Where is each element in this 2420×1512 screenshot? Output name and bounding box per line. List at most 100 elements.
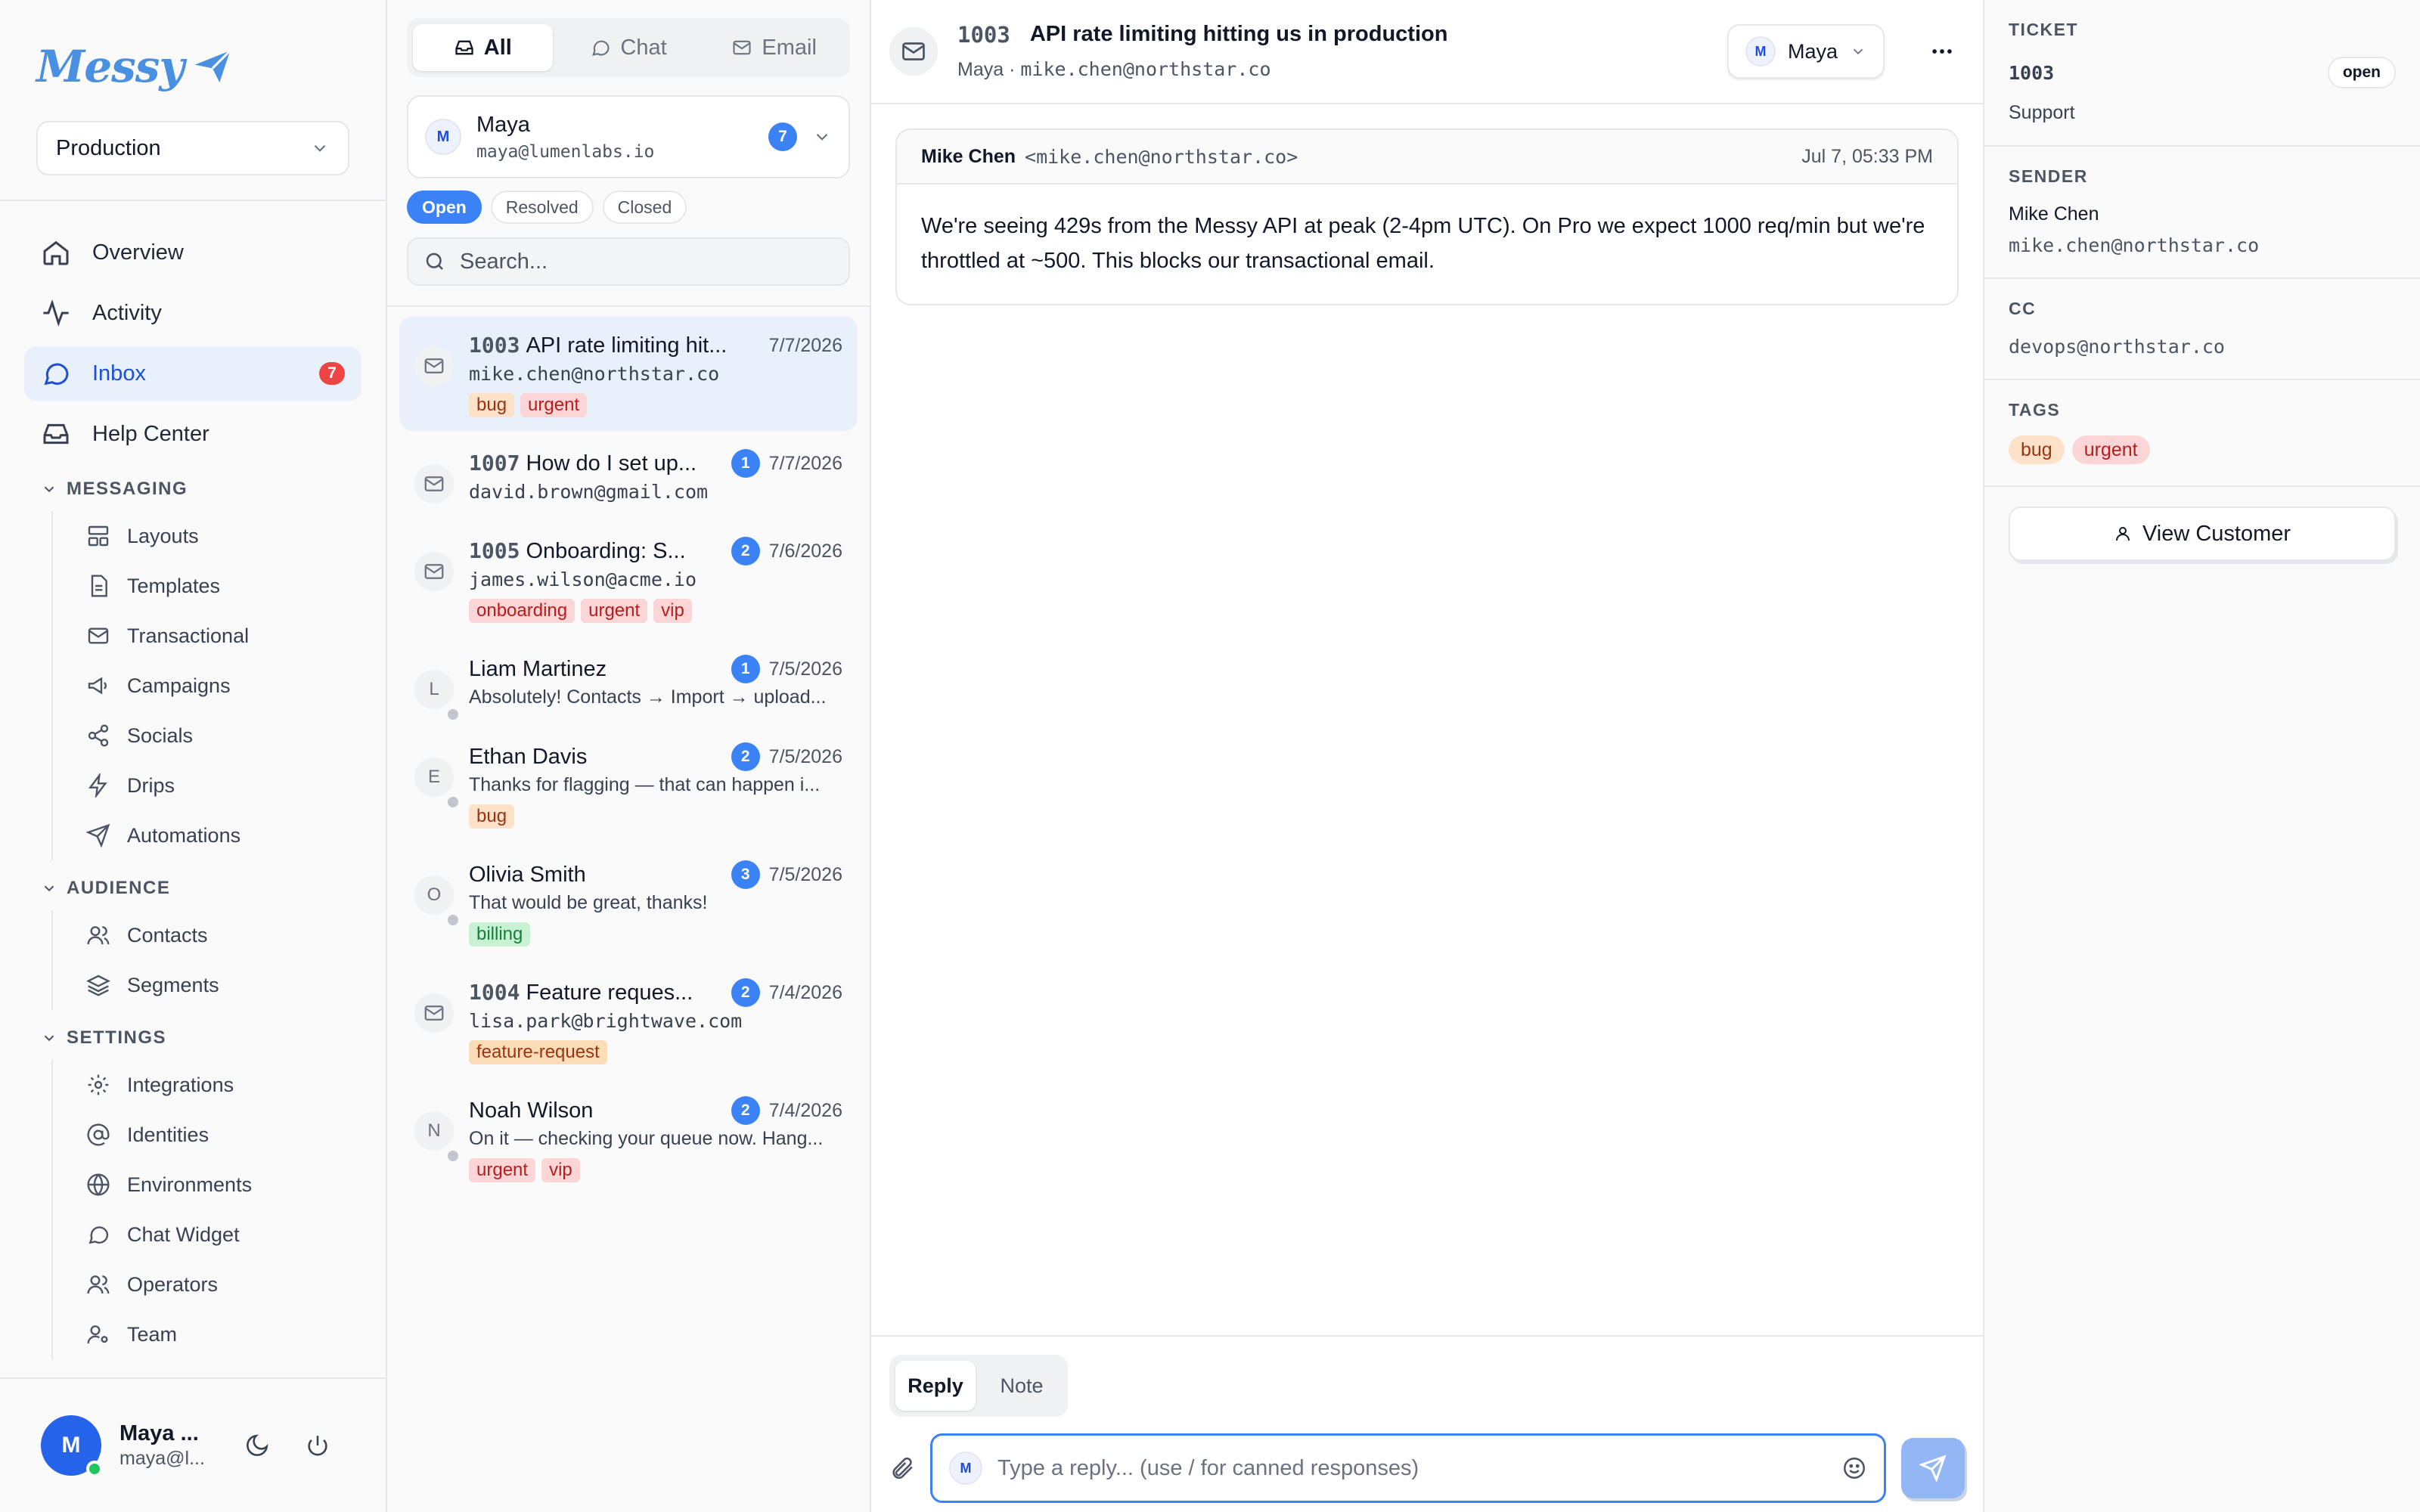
logout-button[interactable] [296,1424,339,1467]
message-date: Jul 7, 05:33 PM [1801,145,1933,167]
nav-label: Layouts [127,524,199,547]
assign-button[interactable]: M Maya [1727,24,1885,79]
nav-item-integrations[interactable]: Integrations [53,1060,361,1110]
status-open[interactable]: Open [407,191,482,224]
conversation-item[interactable]: 1005 Onboarding: S... 2 7/6/2026 james.wilso… [399,522,858,637]
status-resolved[interactable]: Resolved [490,191,594,224]
nav-item-inbox[interactable]: Inbox 7 [24,346,361,401]
nav-item-help-center[interactable]: Help Center [24,407,361,461]
nav-item-segments[interactable]: Segments [53,960,361,1010]
unread-count-badge: 1 [731,449,760,478]
section-messaging-toggle[interactable]: MESSAGING [24,467,361,511]
button-label: View Customer [2142,521,2291,546]
nav-item-drips[interactable]: Drips [53,761,361,810]
nav-item-identities[interactable]: Identities [53,1110,361,1160]
channel-tabs: All Chat Email [407,18,850,77]
nav-item-operators[interactable]: Operators [53,1259,361,1309]
mail-icon [414,464,454,503]
conversation-preview: james.wilson@acme.io [469,569,697,590]
conversation-top: Ethan Davis 2 7/5/2026 [469,742,842,771]
conversation-top: Olivia Smith 3 7/5/2026 [469,860,842,889]
status-badge[interactable]: open [2327,57,2396,88]
reply-author-avatar: M [949,1452,982,1485]
nav-item-campaigns[interactable]: Campaigns [53,661,361,711]
send-icon [86,823,110,847]
environment-select[interactable]: Production [36,121,349,175]
tab-email[interactable]: Email [704,24,844,71]
more-options-button[interactable] [1919,29,1965,74]
paperclip-icon[interactable] [889,1455,915,1481]
status-filters: Open Resolved Closed [407,191,850,224]
conversation-top: Liam Martinez 1 7/5/2026 [469,655,842,683]
offline-status-dot [448,709,458,720]
nav-label: Identities [127,1123,209,1146]
nav-item-chat-widget[interactable]: Chat Widget [53,1210,361,1259]
conversation-item[interactable]: L Liam Martinez 1 7/5/2026 Absolutely! Conta… [399,640,858,724]
tag-bug: bug [469,804,515,829]
tag-bug: bug [469,393,515,417]
nav-label: Automations [127,823,241,847]
conversation-date: 7/7/2026 [768,452,842,474]
nav-item-contacts[interactable]: Contacts [53,910,361,960]
nav-item-automations[interactable]: Automations [53,810,361,860]
chat-bubble-icon [590,37,611,58]
tag-list: onboarding urgent vip [469,599,842,626]
avatar-initial: L [429,679,439,699]
conversation-item[interactable]: 1003 API rate limiting hit... 7/7/2026 mike… [399,316,858,431]
tab-reply[interactable]: Reply [895,1361,976,1411]
unread-count-badge: 2 [731,742,760,771]
section-title: AUDIENCE [67,878,171,898]
nav-item-overview[interactable]: Overview [24,225,361,280]
ticket-id: 1003 [957,22,1010,48]
conversation-item[interactable]: O Olivia Smith 3 7/5/2026 That would be grea… [399,845,858,960]
send-button[interactable] [1901,1438,1965,1498]
message-sender-email: <mike.chen@northstar.co> [1025,145,1298,168]
nav-item-layouts[interactable]: Layouts [53,511,361,561]
conversation-date: 7/4/2026 [768,981,842,1003]
emoji-icon[interactable] [1841,1455,1867,1481]
conversation-title: 1003 API rate limiting hit... [469,333,760,358]
section-settings-toggle[interactable]: SETTINGS [24,1016,361,1060]
unread-count-badge: 2 [731,1096,760,1125]
tab-all[interactable]: All [413,24,553,71]
nav-item-team[interactable]: Team [53,1309,361,1359]
conversation-item[interactable]: E Ethan Davis 2 7/5/2026 Thanks for flagging… [399,727,858,842]
tab-chat[interactable]: Chat [559,24,699,71]
cc-section: CC devops@northstar.co [1984,279,2420,380]
user-avatar[interactable]: M [41,1415,103,1477]
nav-item-environments[interactable]: Environments [53,1160,361,1210]
conversation-item[interactable]: 1004 Feature reques... 2 7/4/2026 lisa.park@… [399,963,858,1078]
logo-text: Messy [36,41,185,92]
tag-bug[interactable]: bug [2009,435,2065,464]
conversation-subject: Onboarding: S... [526,539,686,563]
online-status-dot [86,1461,103,1477]
search-input[interactable] [460,249,833,274]
conversation-item[interactable]: N Noah Wilson 2 7/4/2026 On it — checking yo… [399,1081,858,1196]
tag-vip: vip [653,599,692,623]
layers-icon [86,973,110,997]
status-closed[interactable]: Closed [602,191,687,224]
nav-item-transactional[interactable]: Transactional [53,611,361,661]
message-header: Mike Chen <mike.chen@northstar.co> Jul 7… [897,130,1957,184]
section-audience-toggle[interactable]: AUDIENCE [24,866,361,910]
user-footer: M Maya ... maya@l... [0,1377,386,1512]
nav-item-socials[interactable]: Socials [53,711,361,761]
reply-input[interactable] [997,1455,1826,1481]
view-customer-button[interactable]: View Customer [2009,507,2396,561]
tag-urgent[interactable]: urgent [2071,435,2150,464]
globe-icon [86,1173,110,1197]
assignee-filter[interactable]: M Maya maya@lumenlabs.io 7 [407,95,850,178]
offline-status-dot [448,1151,458,1161]
conversation-list: 1003 API rate limiting hit... 7/7/2026 mike… [387,307,870,1208]
search-box [407,237,850,286]
list-filters: All Chat Email M Maya maya@lumenlabs.io … [387,0,870,307]
nav-item-templates[interactable]: Templates [53,561,361,611]
tab-note[interactable]: Note [982,1361,1062,1411]
nav-item-activity[interactable]: Activity [24,286,361,340]
theme-toggle-button[interactable] [236,1424,278,1467]
conversation-item[interactable]: 1007 How do I set up... 1 7/7/2026 david.bro… [399,434,858,519]
contact-avatar: L [414,670,458,720]
tag-urgent: urgent [520,393,588,417]
logo[interactable]: Messy [36,41,234,92]
sender-section: SENDER Mike Chen mike.chen@northstar.co [1984,147,2420,279]
